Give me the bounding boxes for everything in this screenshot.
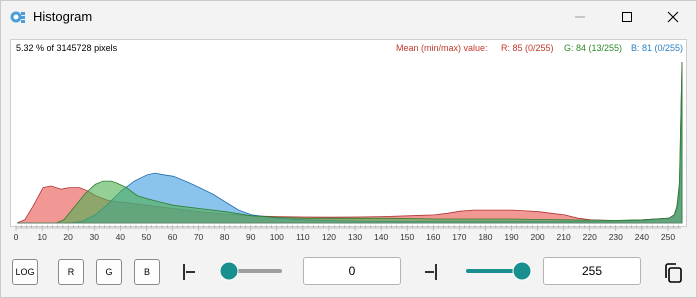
x-tick-label: 60 (168, 232, 178, 242)
pixel-count-text: 5.32 % of 3145728 pixels (16, 43, 118, 53)
min-slider[interactable] (215, 261, 285, 281)
x-tick-label: 240 (635, 232, 649, 242)
histogram-chart (16, 61, 683, 224)
x-tick-label: 250 (661, 232, 675, 242)
minimize-icon (575, 16, 585, 18)
x-tick-label: 160 (426, 232, 440, 242)
series-g-area (17, 61, 683, 224)
histogram-app-icon (10, 9, 26, 25)
x-tick-label: 190 (504, 232, 518, 242)
x-tick-label: 130 (348, 232, 362, 242)
range-min-icon (183, 264, 195, 280)
histogram-window: Histogram 5.32 % of 3145728 pixels Mean … (0, 0, 697, 298)
x-tick-label: 50 (142, 232, 152, 242)
x-tick-label: 40 (116, 232, 126, 242)
x-tick-label: 220 (583, 232, 597, 242)
maximize-icon (622, 12, 632, 22)
mean-blue-value: B: 81 (0/255) (631, 43, 684, 53)
x-tick-label: 140 (374, 232, 388, 242)
x-tick-label: 10 (37, 232, 47, 242)
x-tick-label: 210 (557, 232, 571, 242)
green-channel-button[interactable]: G (96, 259, 122, 285)
x-tick-label: 110 (296, 232, 310, 242)
min-slider-thumb[interactable] (219, 261, 239, 281)
mean-green-value: G: 84 (13/255) (564, 43, 623, 53)
window-title: Histogram (33, 9, 93, 24)
log-scale-button[interactable]: LOG (12, 259, 38, 285)
maximize-button[interactable] (604, 1, 650, 33)
x-tick-label: 170 (452, 232, 466, 242)
x-tick-label: 80 (220, 232, 230, 242)
x-tick-label: 70 (194, 232, 204, 242)
range-max-icon (425, 264, 437, 280)
x-tick-label: 230 (609, 232, 623, 242)
max-slider-thumb[interactable] (512, 261, 532, 281)
x-tick-label: 120 (322, 232, 336, 242)
x-tick-label: 0 (14, 232, 19, 242)
red-channel-button[interactable]: R (58, 259, 84, 285)
blue-channel-button[interactable]: B (134, 259, 160, 285)
close-button[interactable] (650, 1, 696, 33)
x-tick-label: 200 (530, 232, 544, 242)
x-tick-label: 90 (246, 232, 256, 242)
x-axis: 0 10 20 30 40 50 60 70 80 90 100 110 120 130 140 150 160… (14, 225, 681, 242)
minimize-button[interactable] (557, 1, 603, 33)
x-tick-label: 20 (63, 232, 73, 242)
mean-label: Mean (min/max) value: (396, 43, 488, 53)
close-icon (667, 11, 679, 23)
histogram-plot: 5.32 % of 3145728 pixels Mean (min/max) … (10, 39, 687, 227)
max-slider[interactable] (463, 261, 535, 281)
copy-icon[interactable] (662, 262, 684, 284)
x-tick-label: 180 (478, 232, 492, 242)
mean-red-value: R: 85 (0/255) (501, 43, 554, 53)
max-value-field[interactable]: 255 (543, 257, 641, 285)
x-tick-label: 100 (270, 232, 284, 242)
title-bar[interactable]: Histogram (1, 1, 696, 33)
x-tick-label: 150 (400, 232, 414, 242)
min-value-field[interactable]: 0 (303, 257, 401, 285)
x-tick-label: 30 (90, 232, 100, 242)
